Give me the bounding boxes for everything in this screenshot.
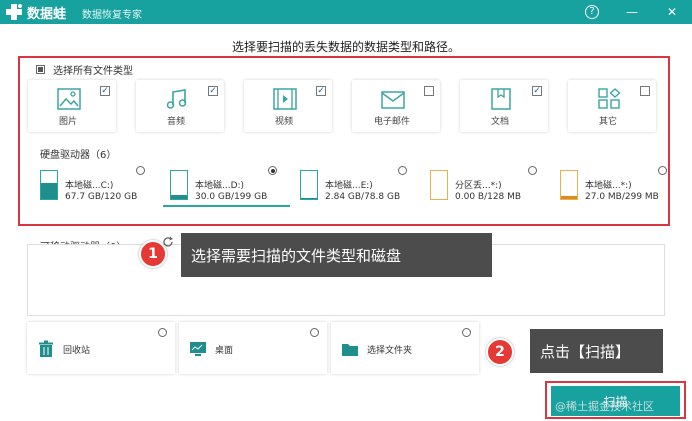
- location-radio-select-folder[interactable]: [462, 328, 471, 337]
- drive-size: 67.7 GB/120 GB: [65, 192, 138, 202]
- annotation-tooltip-1: 选择需要扫描的文件类型和磁盘: [181, 233, 492, 277]
- filetype-label: 电子邮件: [373, 117, 410, 127]
- annotation-text-1: 选择需要扫描的文件类型和磁盘: [191, 246, 402, 265]
- filetype-card-document[interactable]: ✓ 文档: [460, 80, 548, 132]
- hard-drives-label: 硬盘驱动器（6）: [40, 150, 117, 161]
- other-icon: [598, 88, 621, 109]
- select-all-check-icon: [36, 65, 45, 74]
- annotation-badge-2: 2: [486, 338, 514, 366]
- location-label: 桌面: [215, 346, 234, 356]
- drive-item-e[interactable]: 本地磁...E:) 2.84 GB/78.8 GB: [290, 164, 416, 208]
- hard-drive-icon: [560, 170, 578, 200]
- location-card-desktop[interactable]: 桌面: [179, 322, 327, 374]
- filetype-checkbox-email[interactable]: [424, 86, 434, 96]
- drive-item-lost-partition[interactable]: 分区丢...*:) 0.00 B/128 MB: [420, 164, 546, 208]
- hard-drive-icon: [40, 170, 58, 200]
- drive-name: 本地磁...*:): [585, 181, 632, 191]
- location-card-select-folder[interactable]: 选择文件夹: [331, 322, 479, 374]
- filetype-label: 视频: [274, 117, 293, 127]
- filetype-card-audio[interactable]: ✓ 音频: [136, 80, 224, 132]
- annotation-badge-1: 1: [139, 240, 167, 268]
- close-icon[interactable]: ✕: [664, 4, 680, 20]
- filetype-checkbox-video[interactable]: ✓: [316, 86, 326, 96]
- filetype-card-image[interactable]: ✓ 图片: [28, 80, 116, 132]
- music-icon: [166, 89, 187, 109]
- video-icon: [273, 88, 297, 110]
- drive-name: 本地磁...C:): [65, 181, 114, 191]
- drive-radio-d[interactable]: [268, 166, 277, 175]
- drive-name: 分区丢...*:): [455, 181, 502, 191]
- filetype-card-other[interactable]: 其它: [568, 80, 656, 132]
- filetype-card-email[interactable]: 电子邮件: [352, 80, 440, 132]
- filetype-label: 图片: [58, 117, 77, 127]
- drive-radio-c[interactable]: [136, 166, 145, 175]
- hard-drive-icon: [300, 170, 318, 200]
- drive-radio-local-unknown[interactable]: [658, 166, 667, 175]
- annotation-tooltip-2: 点击【扫描】: [530, 329, 663, 373]
- drive-name: 本地磁...D:): [195, 181, 245, 191]
- location-label: 选择文件夹: [367, 346, 413, 356]
- drive-item-d[interactable]: 本地磁...D:) 30.0 GB/199 GB: [160, 164, 286, 208]
- title-bar: 数据蛙 数据恢复专家 ? — ✕: [0, 0, 692, 24]
- filetype-label: 其它: [598, 117, 617, 127]
- mail-icon: [381, 91, 405, 109]
- location-card-recycle-bin[interactable]: 回收站: [27, 322, 175, 374]
- select-all-checkbox[interactable]: 选择所有文件类型: [36, 62, 133, 77]
- page-heading: 选择要扫描的丢失数据的数据类型和路径。: [231, 40, 460, 54]
- drive-name: 本地磁...E:): [325, 181, 373, 191]
- watermark-text: @稀土掘金技术社区: [555, 400, 654, 413]
- filetype-card-video[interactable]: ✓ 视频: [244, 80, 332, 132]
- image-icon: [57, 88, 81, 110]
- filetype-checkbox-document[interactable]: ✓: [532, 86, 542, 96]
- filetype-checkbox-audio[interactable]: ✓: [208, 86, 218, 96]
- filetype-label: 文档: [490, 117, 509, 127]
- location-radio-desktop[interactable]: [310, 328, 319, 337]
- help-icon[interactable]: ?: [585, 5, 599, 19]
- drive-size: 30.0 GB/199 GB: [195, 192, 268, 202]
- desktop-icon: [190, 342, 206, 356]
- app-logo-icon: [6, 4, 22, 20]
- document-icon: [491, 88, 511, 110]
- drive-size: 0.00 B/128 MB: [455, 192, 522, 202]
- app-subtitle: 数据恢复专家: [82, 10, 142, 21]
- drive-size: 2.84 GB/78.8 GB: [325, 192, 401, 202]
- select-all-label: 选择所有文件类型: [53, 66, 133, 77]
- filetype-checkbox-image[interactable]: ✓: [100, 86, 110, 96]
- hard-drive-icon: [430, 170, 448, 200]
- app-name: 数据蛙: [27, 7, 67, 22]
- location-radio-recycle-bin[interactable]: [158, 328, 167, 337]
- annotation-text-2: 点击【扫描】: [540, 342, 631, 361]
- filetype-label: 音频: [166, 117, 185, 127]
- drive-radio-e[interactable]: [398, 166, 407, 175]
- hard-drive-icon: [170, 170, 188, 200]
- filetype-checkbox-other[interactable]: [640, 86, 650, 96]
- drive-size: 27.0 MB/299 MB: [585, 192, 659, 202]
- drive-item-c[interactable]: 本地磁...C:) 67.7 GB/120 GB: [30, 164, 156, 208]
- minimize-icon[interactable]: —: [624, 4, 640, 20]
- trash-icon: [39, 340, 53, 357]
- folder-icon: [342, 344, 358, 356]
- selected-drive-underline: [163, 205, 290, 207]
- drive-radio-lost-partition[interactable]: [528, 166, 537, 175]
- drive-item-local-unknown[interactable]: 本地磁...*:) 27.0 MB/299 MB: [550, 164, 676, 208]
- location-label: 回收站: [63, 346, 91, 356]
